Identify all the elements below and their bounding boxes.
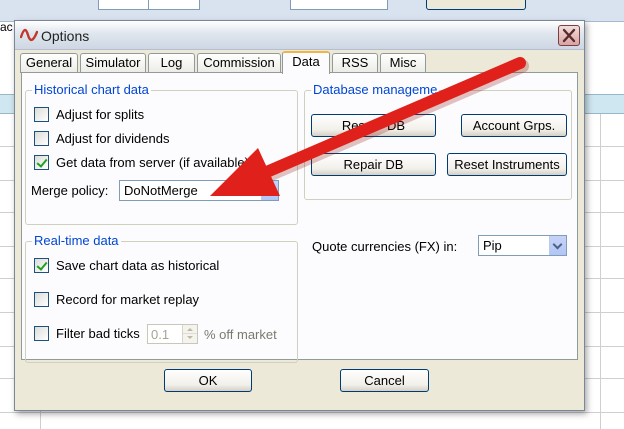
real-time-data-group: Real-time data Save chart data as histor… <box>25 233 298 363</box>
save-chart-data-option[interactable]: Save chart data as historical <box>34 256 219 274</box>
save-chart-data-checkbox[interactable] <box>34 257 49 273</box>
dialog-title: Options <box>41 28 90 44</box>
filter-percent-suffix: % off market <box>204 327 277 342</box>
get-data-checkbox[interactable] <box>34 154 49 170</box>
background-label: ac <box>0 20 13 34</box>
stepper-up-icon[interactable] <box>183 325 197 334</box>
record-market-replay-checkbox[interactable] <box>34 291 49 307</box>
adjust-splits-checkbox[interactable] <box>34 106 49 122</box>
get-data-from-server-option[interactable]: Get data from server (if available) <box>34 153 249 171</box>
record-market-replay-label: Record for market replay <box>56 291 200 307</box>
stepper-down-icon[interactable] <box>183 334 197 343</box>
close-button[interactable] <box>558 25 580 46</box>
merge-policy-value: DoNotMerge <box>124 183 198 198</box>
merge-policy-label: Merge policy: <box>31 183 109 198</box>
reset-db-label-end: DB <box>387 118 406 133</box>
quote-currencies-value: Pip <box>483 238 502 253</box>
realtime-group-title: Real-time data <box>32 233 121 248</box>
tab-log[interactable]: Log <box>148 53 195 73</box>
filter-percent-value: 0.1 <box>151 327 170 342</box>
quote-currencies-select[interactable]: Pip <box>478 235 567 256</box>
tab-general[interactable]: General <box>20 53 78 73</box>
options-dialog: Options General Simulator Log Commission… <box>14 20 585 411</box>
reset-db-label-start: Res <box>341 118 366 133</box>
ok-button[interactable]: OK <box>164 369 252 392</box>
background-toolbar-field[interactable] <box>290 0 388 10</box>
tab-data[interactable]: Data <box>282 51 330 74</box>
filter-bad-ticks-checkbox[interactable] <box>34 325 49 341</box>
title-bar[interactable]: Options <box>15 21 584 50</box>
repair-db-button[interactable]: Repair DB <box>311 153 436 176</box>
stepper-buttons <box>182 325 197 343</box>
database-group-title: Database manageme <box>311 82 440 97</box>
chevron-down-icon[interactable] <box>261 181 278 200</box>
data-tab-panel: Historical chart data Adjust for splits … <box>21 72 578 363</box>
filter-percent-stepper[interactable]: 0.1 <box>147 324 198 344</box>
reset-db-button[interactable]: Res DB <box>311 114 436 137</box>
save-chart-data-label: Save chart data as historical <box>56 257 220 273</box>
close-icon <box>562 28 576 43</box>
historical-chart-data-group: Historical chart data Adjust for splits … <box>25 82 298 225</box>
cancel-button[interactable]: Cancel <box>340 369 429 392</box>
tab-misc[interactable]: Misc <box>380 53 426 73</box>
database-management-group: Database manageme Res DB Account Grps. Re… <box>304 82 572 200</box>
adjust-splits-label: Adjust for splits <box>56 106 145 122</box>
tab-simulator[interactable]: Simulator <box>80 53 146 73</box>
merge-policy-select[interactable]: DoNotMerge <box>119 180 279 201</box>
app-logo-icon <box>20 28 38 42</box>
chevron-down-icon[interactable] <box>549 236 566 255</box>
adjust-dividends-option[interactable]: Adjust for dividends <box>34 129 169 147</box>
adjust-splits-option[interactable]: Adjust for splits <box>34 105 144 123</box>
tab-rss[interactable]: RSS <box>332 53 378 73</box>
get-data-label: Get data from server (if available) <box>56 154 249 170</box>
record-market-replay-option[interactable]: Record for market replay <box>34 290 199 308</box>
reset-instruments-button[interactable]: Reset Instruments <box>447 153 567 176</box>
filter-bad-ticks-option[interactable]: Filter bad ticks <box>34 324 140 342</box>
background-toolbar-button[interactable] <box>426 0 526 10</box>
grid-line <box>0 412 624 413</box>
tab-commission[interactable]: Commission <box>197 53 281 73</box>
background-toolbar-field[interactable] <box>98 0 154 10</box>
adjust-dividends-checkbox[interactable] <box>34 130 49 146</box>
filter-bad-ticks-label: Filter bad ticks <box>56 325 140 341</box>
grid-line <box>600 114 601 429</box>
quote-currencies-label: Quote currencies (FX) in: <box>312 239 458 254</box>
adjust-dividends-label: Adjust for dividends <box>56 130 170 146</box>
account-groups-button[interactable]: Account Grps. <box>461 114 567 137</box>
background-toolbar-field[interactable] <box>148 0 200 10</box>
historical-group-title: Historical chart data <box>32 82 151 97</box>
